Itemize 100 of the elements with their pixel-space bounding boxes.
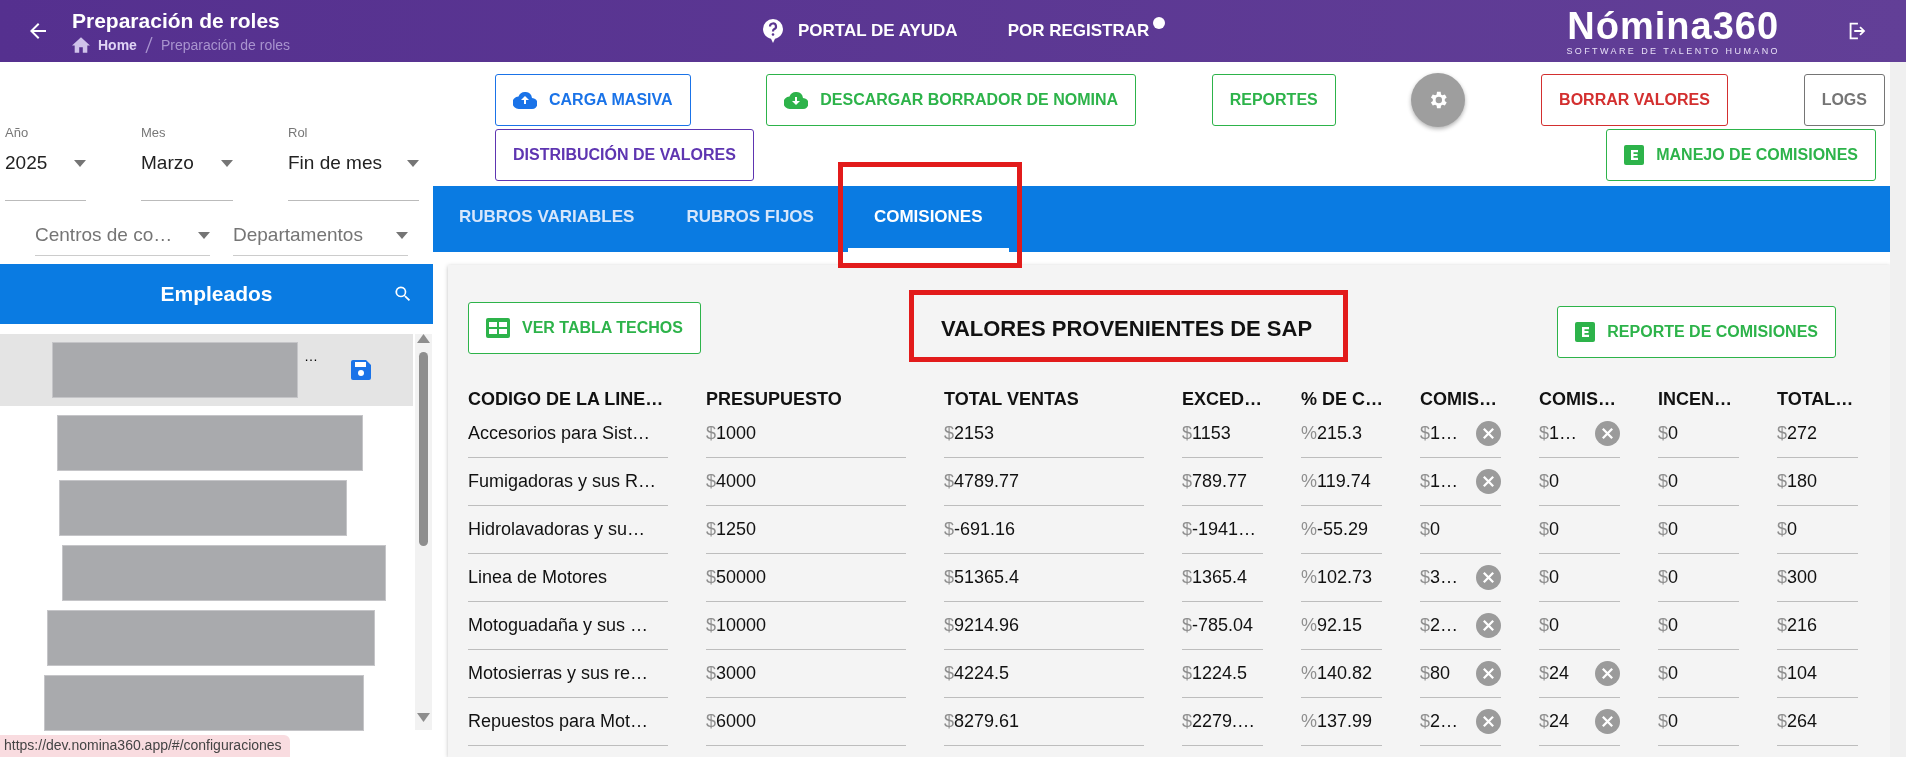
table-cell: $-785.04 xyxy=(1182,602,1263,650)
clear-icon[interactable] xyxy=(1595,421,1620,446)
table-cell: $1224.5 xyxy=(1182,650,1263,698)
select-field[interactable]: Mes Marzo xyxy=(141,125,233,201)
clear-icon[interactable] xyxy=(1476,469,1501,494)
table-cell: $0 xyxy=(1658,458,1739,506)
header-link[interactable]: POR REGISTRAR xyxy=(1007,21,1150,41)
table-cell: $0 xyxy=(1539,506,1620,554)
toolbar-button[interactable]: BORRAR VALORES xyxy=(1541,73,1728,126)
table-cell: Fumigadoras y sus R… xyxy=(468,458,668,506)
clear-icon[interactable] xyxy=(1476,709,1501,734)
table-cell: $1153 xyxy=(1182,410,1263,458)
toolbar-button[interactable]: REPORTES xyxy=(1211,73,1336,126)
toolbar-button[interactable]: REPORTE DE COMISIONES xyxy=(1557,306,1836,358)
scroll-up-icon[interactable] xyxy=(417,334,430,343)
toolbar-button[interactable]: MANEJO DE COMISIONES xyxy=(1606,128,1876,181)
breadcrumb-link[interactable]: Home xyxy=(98,37,137,53)
dropdown-caret-icon xyxy=(407,159,419,167)
column-header: COMIS… xyxy=(1420,388,1498,410)
table-cell: $24 xyxy=(1539,698,1620,746)
table-cell: Linea de Motores xyxy=(468,554,668,602)
table-cell: $4789.77 xyxy=(944,458,1144,506)
table-cell: $2… xyxy=(1420,698,1501,746)
scrollbar[interactable] xyxy=(415,334,432,730)
table-cell: $3… xyxy=(1420,554,1501,602)
clear-icon[interactable] xyxy=(1595,709,1620,734)
table-cell: $3000 xyxy=(706,650,906,698)
column-header: TOTAL… xyxy=(1777,388,1855,410)
tab[interactable]: RUBROS FIJOS xyxy=(668,186,832,252)
spreadsheet-icon xyxy=(1624,144,1645,165)
toolbar-button[interactable]: CARGA MASIVA xyxy=(495,73,691,126)
table-cell: %119.74 xyxy=(1301,458,1382,506)
table-cell: $4224.5 xyxy=(944,650,1144,698)
select-field[interactable]: Año 2025 xyxy=(5,125,86,201)
table-cell: %102.73 xyxy=(1301,554,1382,602)
toolbar-button[interactable]: VER TABLA TECHOS xyxy=(468,302,701,354)
notification-dot xyxy=(1153,17,1166,29)
table-cell: $10000 xyxy=(706,602,906,650)
breadcrumb-separator xyxy=(144,37,153,53)
breadcrumb-link[interactable]: Preparación de roles xyxy=(160,37,291,53)
clear-icon[interactable] xyxy=(1476,565,1501,590)
settings-button[interactable] xyxy=(1411,72,1466,127)
table-cell: $2… xyxy=(1420,602,1501,650)
toolbar-button[interactable]: DISTRIBUCIÓN DE VALORES xyxy=(495,128,754,181)
table-cell: $50000 xyxy=(706,554,906,602)
select-field[interactable]: Departamentos xyxy=(233,215,408,256)
name-ellipsis: … xyxy=(304,348,318,364)
column-header: % DE C… xyxy=(1301,388,1382,410)
table-cell: $2279.… xyxy=(1182,698,1263,746)
table-cell: $1… xyxy=(1420,410,1501,458)
column-header: INCEN… xyxy=(1658,388,1733,410)
clear-icon[interactable] xyxy=(1476,613,1501,638)
toolbar-button[interactable]: LOGS xyxy=(1803,73,1885,126)
header-link[interactable]: PORTAL DE AYUDA xyxy=(798,21,958,41)
clear-icon[interactable] xyxy=(1476,421,1501,446)
page-scrollbar[interactable] xyxy=(1890,62,1906,757)
toolbar-button[interactable]: DESCARGAR BORRADOR DE NOMINA xyxy=(766,73,1137,126)
table-cell: $789.77 xyxy=(1182,458,1263,506)
select-field[interactable]: Rol Fin de mes xyxy=(288,125,419,201)
table-cell: $0 xyxy=(1777,506,1858,554)
tab[interactable]: RUBROS VARIABLES xyxy=(441,186,653,252)
table-cell: %137.99 xyxy=(1301,698,1382,746)
table-cell: %-55.29 xyxy=(1301,506,1382,554)
clear-icon[interactable] xyxy=(1595,661,1620,686)
employee-item[interactable]: … xyxy=(0,334,413,406)
table-cell: $180 xyxy=(1777,458,1858,506)
dropdown-caret-icon xyxy=(396,231,408,239)
section-title: VALORES PROVENIENTES DE SAP xyxy=(940,315,1313,342)
table-cell: Accesorios para Sist… xyxy=(468,410,668,458)
table-cell: Hidrolavadoras y su… xyxy=(468,506,668,554)
column-header: TOTAL VENTAS xyxy=(944,388,1080,410)
search-icon[interactable] xyxy=(393,284,413,304)
table-cell: $0 xyxy=(1658,554,1739,602)
table-cell: $80 xyxy=(1420,650,1501,698)
table-cell: $0 xyxy=(1658,410,1739,458)
column-header: EXCED… xyxy=(1182,388,1263,410)
table-cell: %140.82 xyxy=(1301,650,1382,698)
table-cell: $0 xyxy=(1539,458,1620,506)
table-cell: $1… xyxy=(1539,410,1620,458)
column-header: COMIS… xyxy=(1539,388,1617,410)
save-icon[interactable] xyxy=(351,360,371,380)
table-cell: $272 xyxy=(1777,410,1858,458)
employees-title: Empleados xyxy=(160,282,273,306)
tab[interactable]: COMISIONES xyxy=(847,186,1009,252)
table-cell: %92.15 xyxy=(1301,602,1382,650)
dropdown-caret-icon xyxy=(74,159,86,167)
clear-icon[interactable] xyxy=(1476,661,1501,686)
table-cell: $2153 xyxy=(944,410,1144,458)
table-cell: $1000 xyxy=(706,410,906,458)
column-header: CODIGO DE LA LINE… xyxy=(468,388,665,410)
scroll-down-icon[interactable] xyxy=(417,713,430,722)
table-cell: $1… xyxy=(1420,458,1501,506)
table-cell: $-691.16 xyxy=(944,506,1144,554)
table-cell: $8279.61 xyxy=(944,698,1144,746)
cloud-upload-icon xyxy=(513,89,537,110)
select-field[interactable]: Centros de co… xyxy=(35,215,210,256)
table-cell: $0 xyxy=(1539,554,1620,602)
spreadsheet-icon xyxy=(1575,322,1596,342)
column-header: PRESUPUESTO xyxy=(706,388,843,410)
dropdown-caret-icon xyxy=(198,231,210,239)
